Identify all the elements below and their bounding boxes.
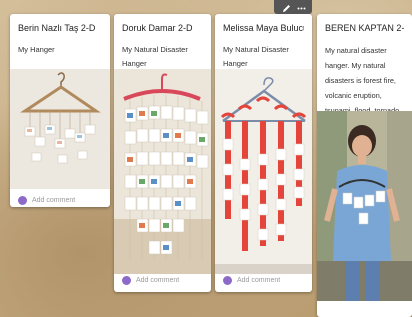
user-avatar [223,276,232,285]
post-card-beren[interactable]: BEREN KAPTAN 2-D My natural disaster han… [317,14,412,317]
post-card-doruk[interactable]: Doruk Damar 2-D My Natural Disaster Hang… [114,14,211,292]
post-photo[interactable] [114,69,211,274]
add-comment-input[interactable]: Add comment [136,277,179,284]
post-card-melissa[interactable]: Melissa Maya Bulucu 2-D My Natural Disas… [215,14,312,292]
post-author-title: BEREN KAPTAN 2-D [325,23,404,33]
post-photo[interactable] [10,69,110,189]
add-comment-input[interactable]: Add comment [237,277,280,284]
user-avatar [122,276,131,285]
post-author-title: Berin Nazlı Taş 2-D [18,23,96,33]
post-text: My Natural Disaster Hanger [122,45,188,68]
add-comment-row[interactable]: Add comment [122,276,179,285]
post-author-title: Doruk Damar 2-D [122,23,193,33]
post-text: My natural disaster hanger. My natural d… [325,46,401,115]
post-text: My Hanger [18,45,55,54]
hanger-photo-drawing [215,69,312,274]
post-author-title: Melissa Maya Bulucu 2-D [223,23,304,33]
post-card-berin[interactable]: Berin Nazlı Taş 2-D My Hanger Add commen… [10,14,110,207]
pencil-icon[interactable] [279,3,293,13]
more-dots-icon[interactable] [294,3,308,13]
child-photo-drawing [317,111,412,301]
add-comment-row[interactable]: Add comment [223,276,280,285]
post-text: My Natural Disaster Hanger [223,45,289,68]
user-avatar [18,196,27,205]
post-photo[interactable] [215,69,312,274]
add-comment-row[interactable]: Add comment [18,196,75,205]
post-photo[interactable] [317,111,412,301]
hanger-photo-drawing [10,69,110,189]
hanger-photo-drawing [114,69,211,274]
add-comment-input[interactable]: Add comment [32,197,75,204]
